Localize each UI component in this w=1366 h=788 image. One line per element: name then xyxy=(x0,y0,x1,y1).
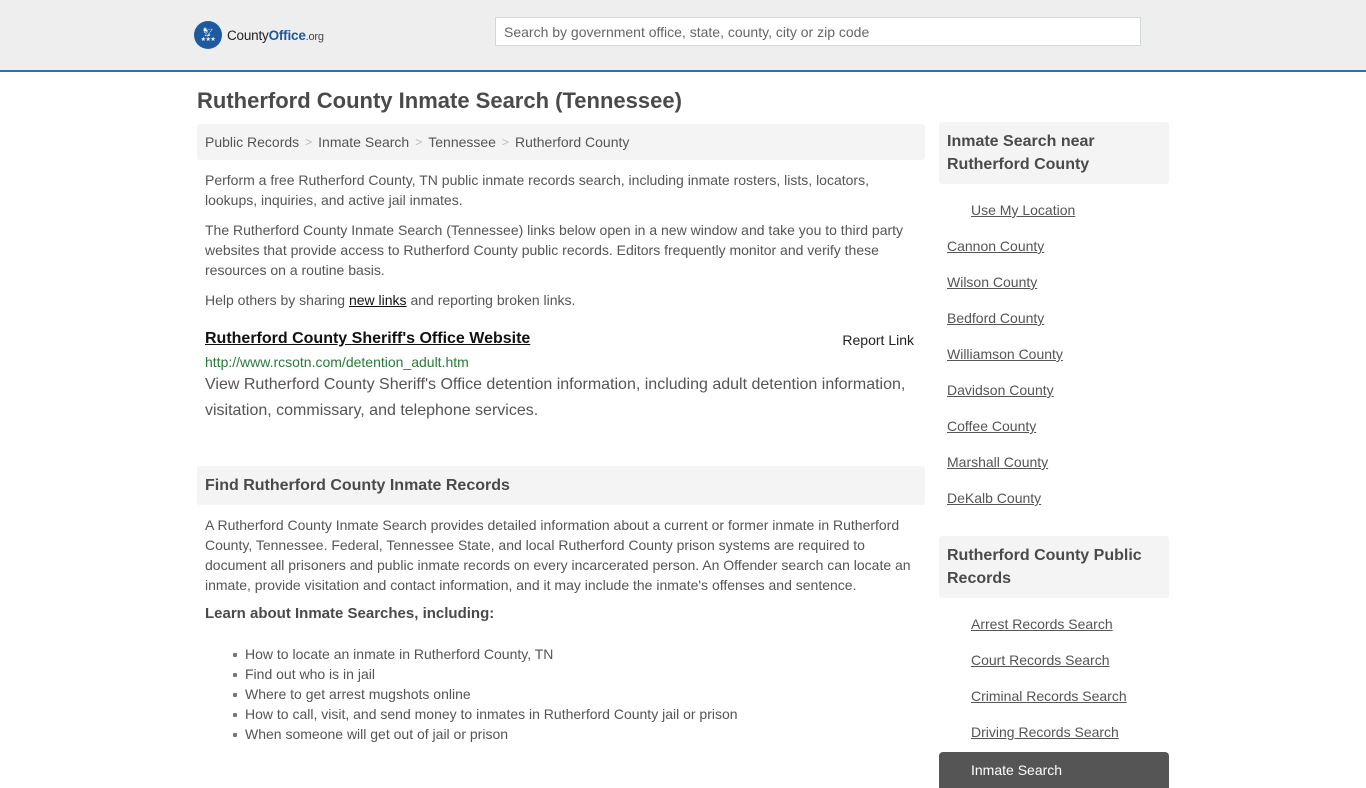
list-item: How to call, visit, and send money to in… xyxy=(233,704,925,724)
list-item: Use My Location xyxy=(939,192,1169,228)
arrest-records-link[interactable]: Arrest Records Search xyxy=(971,616,1113,632)
list-item: Cannon County xyxy=(939,228,1169,264)
report-link-button[interactable]: Report Link xyxy=(842,332,914,348)
public-records-sidebar: Rutherford County Public Records Arrest … xyxy=(939,536,1169,788)
county-link-wilson[interactable]: Wilson County xyxy=(947,274,1037,290)
help-text-before: Help others by sharing xyxy=(205,292,349,308)
logo-tld: .org xyxy=(305,30,324,43)
breadcrumb-separator: > xyxy=(501,135,509,149)
list-item: DeKalb County xyxy=(939,480,1169,516)
inmate-search-link[interactable]: Inmate Search xyxy=(971,762,1062,778)
breadcrumb-inmate-search[interactable]: Inmate Search xyxy=(318,134,409,150)
resource-description: View Rutherford County Sheriff's Office … xyxy=(205,376,906,419)
search-input[interactable] xyxy=(495,17,1141,46)
breadcrumb-public-records[interactable]: Public Records xyxy=(205,134,299,150)
resource-item: Rutherford County Sheriff's Office Websi… xyxy=(197,330,925,424)
public-records-heading: Rutherford County Public Records xyxy=(939,536,1169,598)
intro-text: Perform a free Rutherford County, TN pub… xyxy=(205,172,869,208)
logo-word-county: County xyxy=(227,27,269,43)
list-item: Williamson County xyxy=(939,336,1169,372)
list-item: Court Records Search xyxy=(939,642,1169,678)
breadcrumb: Public Records > Inmate Search > Tenness… xyxy=(197,124,925,160)
list-item: Driving Records Search xyxy=(939,714,1169,750)
resource-url[interactable]: http://www.rcsotn.com/detention_adult.ht… xyxy=(205,354,917,370)
court-records-link[interactable]: Court Records Search xyxy=(971,652,1110,668)
new-links-link[interactable]: new links xyxy=(349,292,407,308)
list-item: Wilson County xyxy=(939,264,1169,300)
list-item: Criminal Records Search xyxy=(939,678,1169,714)
county-link-bedford[interactable]: Bedford County xyxy=(947,310,1044,326)
county-link-marshall[interactable]: Marshall County xyxy=(947,454,1048,470)
help-text: Help others by sharing new links and rep… xyxy=(197,290,925,310)
county-link-davidson[interactable]: Davidson County xyxy=(947,382,1054,398)
list-item-active: Inmate Search xyxy=(939,752,1169,788)
breadcrumb-separator: > xyxy=(305,135,313,149)
disclaimer-text: The Rutherford County Inmate Search (Ten… xyxy=(205,222,904,278)
breadcrumb-tennessee[interactable]: Tennessee xyxy=(428,134,496,150)
find-records-text: A Rutherford County Inmate Search provid… xyxy=(205,517,911,593)
learn-heading: Learn about Inmate Searches, including: xyxy=(205,605,495,622)
county-link-williamson[interactable]: Williamson County xyxy=(947,346,1063,362)
nearby-list: Use My Location Cannon County Wilson Cou… xyxy=(939,192,1169,516)
county-link-cannon[interactable]: Cannon County xyxy=(947,238,1044,254)
eagle-badge-icon: 🦅︎ ★★★ xyxy=(194,21,222,49)
main-content: Public Records > Inmate Search > Tenness… xyxy=(197,124,925,744)
list-item: When someone will get out of jail or pri… xyxy=(233,724,925,744)
nearby-sidebar: Inmate Search near Rutherford County Use… xyxy=(939,122,1169,516)
logo-wordmark: CountyOffice.org xyxy=(227,28,324,43)
use-my-location-link[interactable]: Use My Location xyxy=(971,202,1075,218)
list-item: Find out who is in jail xyxy=(233,664,925,684)
list-item: Where to get arrest mugshots online xyxy=(233,684,925,704)
driving-records-link[interactable]: Driving Records Search xyxy=(971,724,1119,740)
list-item: Arrest Records Search xyxy=(939,606,1169,642)
site-header: 🦅︎ ★★★ CountyOffice.org xyxy=(0,0,1366,72)
page-title: Rutherford County Inmate Search (Tenness… xyxy=(197,88,682,113)
nearby-heading: Inmate Search near Rutherford County xyxy=(939,122,1169,184)
criminal-records-link[interactable]: Criminal Records Search xyxy=(971,688,1127,704)
list-item: How to locate an inmate in Rutherford Co… xyxy=(233,644,925,664)
resource-title-link[interactable]: Rutherford County Sheriff's Office Websi… xyxy=(205,330,530,348)
list-item: Bedford County xyxy=(939,300,1169,336)
list-item: Davidson County xyxy=(939,372,1169,408)
learn-list: How to locate an inmate in Rutherford Co… xyxy=(197,644,925,744)
help-text-after: and reporting broken links. xyxy=(406,292,576,308)
county-link-coffee[interactable]: Coffee County xyxy=(947,418,1036,434)
public-records-list: Arrest Records Search Court Records Sear… xyxy=(939,606,1169,788)
list-item: Marshall County xyxy=(939,444,1169,480)
breadcrumb-rutherford-county[interactable]: Rutherford County xyxy=(515,134,629,150)
find-records-heading: Find Rutherford County Inmate Records xyxy=(197,466,925,505)
logo-word-office: Office xyxy=(268,27,306,43)
county-link-dekalb[interactable]: DeKalb County xyxy=(947,490,1041,506)
breadcrumb-separator: > xyxy=(415,135,423,149)
site-logo[interactable]: 🦅︎ ★★★ CountyOffice.org xyxy=(194,21,324,49)
list-item: Coffee County xyxy=(939,408,1169,444)
